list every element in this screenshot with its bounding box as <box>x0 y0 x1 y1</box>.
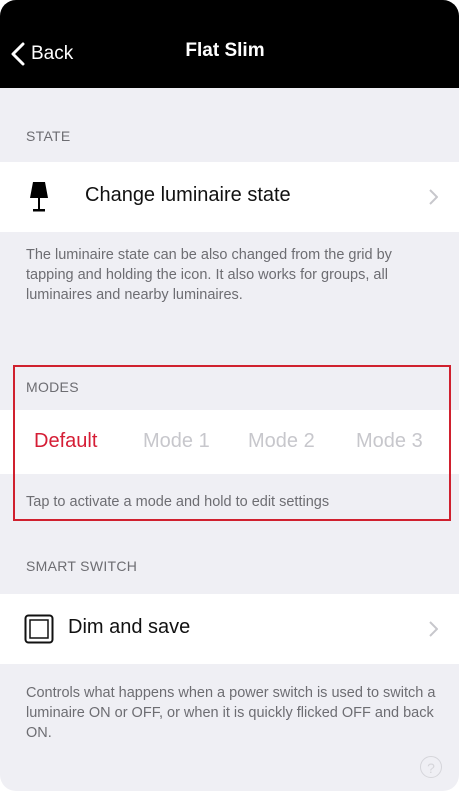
change-luminaire-state-label: Change luminaire state <box>85 184 291 206</box>
chevron-right-icon <box>429 621 438 637</box>
mode-1[interactable]: Mode 1 <box>143 430 210 453</box>
help-icon[interactable]: ? <box>420 756 442 778</box>
modes-footnote: Tap to activate a mode and hold to edit … <box>26 494 330 510</box>
state-footnote: The luminaire state can be also changed … <box>26 247 392 303</box>
phone-screen: Back Flat Slim STATE Change luminaire st… <box>0 0 459 791</box>
chevron-right-icon <box>429 189 438 205</box>
section-header-state: STATE <box>26 128 71 144</box>
navigation-bar: Back Flat Slim <box>0 12 459 88</box>
page-title: Flat Slim <box>185 40 265 61</box>
mode-default[interactable]: Default <box>34 430 97 453</box>
dim-and-save-label: Dim and save <box>68 616 191 638</box>
lamp-icon <box>30 182 48 212</box>
section-header-smart-switch: SMART SWITCH <box>26 558 138 574</box>
section-header-modes: MODES <box>26 379 79 395</box>
modes-row: Default Mode 1 Mode 2 Mode 3 <box>0 410 459 474</box>
dim-and-save-cell[interactable]: Dim and save <box>0 594 459 664</box>
smart-switch-footnote: Controls what happens when a power switc… <box>26 685 436 741</box>
change-luminaire-state-cell[interactable]: Change luminaire state <box>0 162 459 232</box>
mode-2[interactable]: Mode 2 <box>248 430 315 453</box>
checkbox-icon <box>24 614 54 644</box>
mode-3[interactable]: Mode 3 <box>356 430 423 453</box>
status-bar <box>0 0 459 12</box>
